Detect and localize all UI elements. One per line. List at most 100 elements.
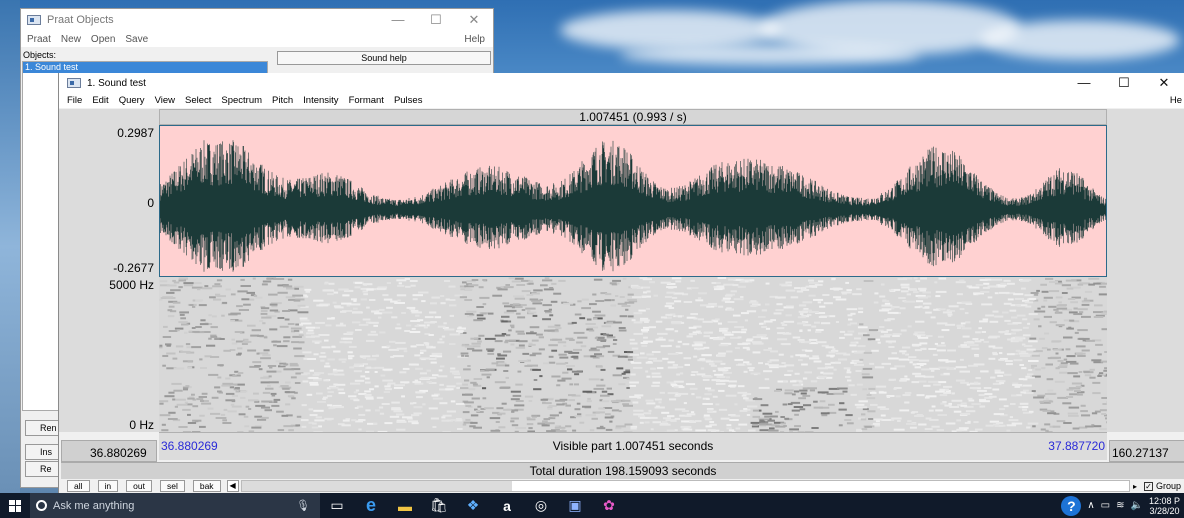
menu-help[interactable]: Help — [464, 34, 485, 45]
scroll-right-icon[interactable]: ▸ — [1130, 482, 1140, 491]
menu-praat[interactable]: Praat — [27, 34, 51, 45]
task-view-icon[interactable]: ▭ — [320, 493, 354, 518]
menu-pitch[interactable]: Pitch — [272, 95, 293, 106]
spectrogram-cell — [178, 321, 188, 324]
media-icon[interactable]: ◎ — [524, 493, 558, 518]
waveform-view[interactable] — [159, 125, 1107, 277]
spectrogram-cell — [416, 396, 423, 399]
spectrogram-cell — [432, 426, 437, 428]
close-icon[interactable]: ✕ — [1144, 75, 1184, 91]
spectrogram-cell — [487, 349, 494, 352]
spectrogram-cell — [577, 336, 588, 339]
spectrogram-cell — [792, 336, 801, 339]
spectrogram-view[interactable] — [159, 277, 1107, 432]
app-icon[interactable]: ▣ — [558, 493, 592, 518]
store-icon[interactable]: 🛍 — [422, 493, 456, 518]
dropbox-icon[interactable]: ❖ — [456, 493, 490, 518]
spectrogram-cell — [761, 326, 767, 329]
spectrogram-cell — [982, 318, 989, 321]
menu-spectrum[interactable]: Spectrum — [221, 95, 262, 106]
spectrogram-cell — [914, 366, 921, 369]
spectrogram-cell — [631, 319, 636, 322]
spectrogram-cell — [1074, 390, 1081, 393]
list-item[interactable]: 1. Sound test — [23, 62, 267, 73]
spectrogram-cell — [959, 370, 970, 373]
zoom-all-button[interactable]: all — [67, 480, 90, 492]
spectrogram-cell — [797, 316, 806, 319]
spectrogram-cell — [1051, 357, 1059, 359]
edge-browser-icon[interactable]: e — [354, 493, 388, 518]
objects-titlebar[interactable]: Praat Objects — ☐ ✕ — [21, 9, 493, 31]
group-checkbox[interactable]: ✓ Group — [1140, 481, 1184, 491]
spectrogram-cell — [618, 327, 626, 329]
sound-titlebar[interactable]: 1. Sound test — ☐ ✕ — [59, 73, 1184, 93]
time-row[interactable]: 36.880269 Visible part 1.007451 seconds … — [159, 432, 1107, 460]
menu-new[interactable]: New — [61, 34, 81, 45]
spectrogram-cell — [746, 363, 752, 366]
start-button[interactable] — [0, 493, 30, 518]
spectrogram-cell — [605, 322, 614, 325]
menu-open[interactable]: Open — [91, 34, 115, 45]
chevron-up-icon[interactable]: ∧ — [1087, 500, 1094, 511]
selection-readout[interactable]: 1.007451 (0.993 / s) — [159, 109, 1107, 125]
spectrogram-cell — [515, 346, 526, 349]
help-icon[interactable]: ? — [1061, 495, 1082, 516]
spectrogram-cell — [470, 414, 479, 417]
maximize-icon[interactable]: ☐ — [1104, 75, 1144, 91]
spectrogram-cell — [287, 395, 293, 398]
outer-left-time[interactable]: 36.880269 — [61, 440, 157, 462]
sound-editor-window[interactable]: 1. Sound test — ☐ ✕ File Edit Query View… — [58, 73, 1184, 493]
spectrogram-cell — [894, 365, 906, 368]
minimize-icon[interactable]: — — [1064, 75, 1104, 91]
zoom-sel-button[interactable]: sel — [159, 480, 185, 492]
scroll-left-icon[interactable]: ◀ — [226, 480, 239, 492]
menu-file[interactable]: File — [67, 95, 82, 106]
minimize-icon[interactable]: — — [379, 12, 417, 28]
menu-save[interactable]: Save — [125, 34, 148, 45]
menu-intensity[interactable]: Intensity — [303, 95, 338, 106]
spectrogram-cell — [860, 418, 867, 421]
volume-icon[interactable]: 🔈 — [1131, 500, 1143, 511]
menu-formant[interactable]: Formant — [349, 95, 384, 106]
zoom-in-button[interactable]: in — [97, 480, 119, 492]
spectrogram-cell — [979, 320, 988, 323]
zoom-out-button[interactable]: out — [126, 480, 152, 492]
spectrogram-cell — [511, 280, 521, 283]
spectrogram-cell — [999, 408, 1005, 411]
microphone-icon[interactable]: 🎙 — [296, 499, 310, 512]
praat-taskbar-icon[interactable]: ✿ — [592, 493, 626, 518]
sound-help-button[interactable]: Sound help — [277, 51, 491, 65]
maximize-icon[interactable]: ☐ — [417, 12, 455, 28]
close-icon[interactable]: ✕ — [455, 12, 493, 28]
spectrogram-cell — [984, 393, 993, 396]
clock[interactable]: 12:08 P 3/28/20 — [1149, 496, 1180, 516]
spectrogram-cell — [214, 386, 221, 389]
amazon-icon[interactable]: a — [490, 493, 524, 518]
menu-select[interactable]: Select — [185, 95, 211, 106]
outer-right-time[interactable]: 160.27137 — [1109, 440, 1184, 462]
spectrogram-cell — [258, 352, 269, 355]
scrollbar-thumb[interactable] — [241, 481, 512, 491]
spectrogram-cell — [798, 359, 803, 362]
spectrogram-cell — [953, 410, 962, 413]
spectrogram-cell — [484, 337, 496, 340]
wifi-icon[interactable]: ≋ — [1116, 500, 1124, 511]
menu-edit[interactable]: Edit — [92, 95, 108, 106]
spectrogram-cell — [868, 329, 879, 332]
total-duration-bar[interactable]: Total duration 198.159093 seconds — [61, 462, 1184, 479]
menu-view[interactable]: View — [155, 95, 175, 106]
cortana-search-box[interactable]: Ask me anything 🎙 — [30, 493, 320, 518]
time-scrollbar[interactable] — [240, 480, 1130, 492]
spectrogram-cell — [307, 329, 314, 332]
menu-pulses[interactable]: Pulses — [394, 95, 423, 106]
menu-help[interactable]: He — [1170, 95, 1182, 106]
menu-query[interactable]: Query — [119, 95, 145, 106]
file-explorer-icon[interactable]: ▬ — [388, 493, 422, 518]
spectrogram-cell — [1036, 289, 1040, 292]
spectrogram-cell — [872, 422, 880, 425]
spectrogram-cell — [234, 331, 243, 333]
spectrogram-cell — [651, 384, 660, 387]
spectrogram-cell — [639, 319, 650, 322]
battery-icon[interactable]: ▭ — [1101, 500, 1110, 511]
zoom-back-button[interactable]: bak — [192, 480, 221, 492]
